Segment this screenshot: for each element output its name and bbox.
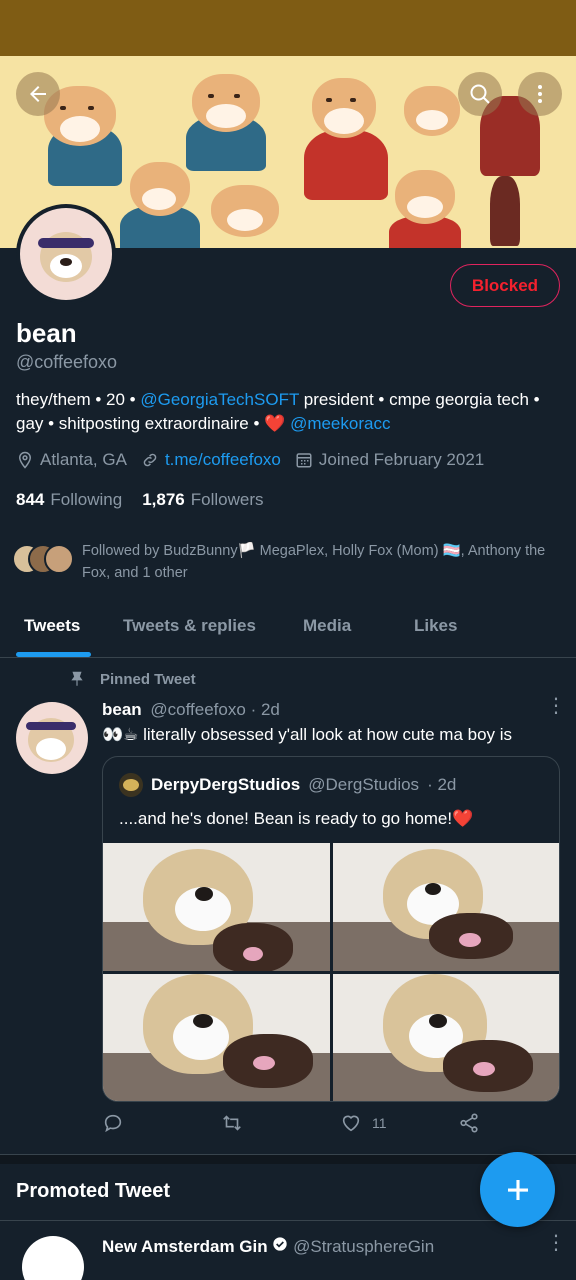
tweet-author-name[interactable]: bean: [102, 700, 142, 719]
joined-text: Joined February 2021: [318, 450, 485, 469]
follower-avatars: [12, 540, 78, 576]
quote-time: · 2d: [427, 775, 457, 794]
like-button[interactable]: 11: [340, 1112, 387, 1134]
promoted-author-handle: @StratusphereGin: [293, 1237, 435, 1256]
share-button[interactable]: [458, 1112, 480, 1134]
bio-link-georgiatechsoft[interactable]: @GeorgiaTechSOFT: [140, 390, 299, 409]
tab-likes[interactable]: Likes: [414, 616, 457, 636]
quote-photo-4[interactable]: [333, 974, 559, 1101]
promoted-tweet-header: New Amsterdam Gin @StratusphereGin: [102, 1236, 434, 1257]
retweet-icon: [223, 1115, 241, 1131]
profile-avatar[interactable]: [16, 204, 116, 304]
status-bar: [0, 0, 576, 56]
tweet-author-avatar[interactable]: [16, 702, 88, 774]
avatar: [44, 544, 74, 574]
search-button[interactable]: [458, 72, 502, 116]
tab-tweets-replies[interactable]: Tweets & replies: [123, 616, 256, 636]
location-text: Atlanta, GA: [40, 450, 127, 469]
reply-icon: [104, 1114, 122, 1133]
plus-icon: [507, 1179, 528, 1200]
more-vertical-icon: [538, 85, 542, 103]
profile-meta: Atlanta, GA t.me/coffeefoxo Joined Febru…: [16, 450, 484, 470]
share-icon: [460, 1113, 478, 1133]
followed-by-text: Followed by BudzBunny🏳️ MegaPlex, Holly …: [82, 543, 546, 581]
tweet-author-handle: @coffeefoxo: [150, 700, 246, 719]
promoted-more-icon[interactable]: ⋮: [546, 1233, 566, 1253]
heart-icon: [342, 1115, 360, 1132]
tab-tweets[interactable]: Tweets: [24, 616, 80, 636]
arrow-left-icon: [30, 86, 46, 102]
banner-fox-7: [205, 181, 285, 241]
banner-fox-8: [385, 166, 465, 248]
blocked-button[interactable]: Blocked: [450, 264, 560, 307]
reply-button[interactable]: [102, 1112, 124, 1134]
location: Atlanta, GA: [16, 450, 127, 470]
promoted-tweet-heading: Promoted Tweet: [16, 1180, 171, 1202]
follow-counts: 844 Following 1,876 Followers: [16, 490, 263, 510]
tweet-text: 👀☕ literally obsessed y'all look at how …: [102, 725, 513, 744]
website[interactable]: t.me/coffeefoxo: [141, 450, 281, 470]
active-tab-indicator: [16, 652, 91, 657]
quote-header: DerpyDergStudios @DergStudios · 2d: [119, 773, 456, 797]
search-icon: [470, 84, 490, 104]
heart-emoji: ❤️: [264, 414, 286, 433]
followers-count: 1,876: [142, 490, 185, 509]
like-count: 11: [372, 1115, 387, 1131]
following-count: 844: [16, 490, 45, 509]
promoted-author-avatar[interactable]: [22, 1236, 84, 1280]
link-icon: [143, 453, 157, 467]
bio-link-meekoracc[interactable]: @meekoracc: [290, 414, 390, 433]
followers-link[interactable]: 1,876 Followers: [142, 490, 263, 510]
more-button[interactable]: [518, 72, 562, 116]
tab-media[interactable]: Media: [303, 616, 351, 636]
banner-fox-3: [300, 70, 390, 200]
quote-photo-1[interactable]: [103, 843, 330, 971]
pin-icon: [71, 671, 83, 686]
tweet-header: bean @coffeefoxo · 2d: [102, 700, 280, 720]
quote-photo-2[interactable]: [333, 843, 559, 971]
banner-fox-6: [120, 156, 200, 248]
profile-handle: @coffeefoxo: [16, 352, 118, 372]
followers-label: Followers: [190, 490, 264, 509]
profile-tabs: Tweets Tweets & replies Media Likes: [0, 600, 576, 658]
quote-author-handle: @DergStudios: [308, 775, 420, 794]
pinned-label: Pinned Tweet: [68, 670, 196, 688]
divider: [0, 1220, 576, 1221]
followed-by[interactable]: Followed by BudzBunny🏳️ MegaPlex, Holly …: [12, 540, 572, 584]
quoted-tweet[interactable]: DerpyDergStudios @DergStudios · 2d ....a…: [102, 756, 560, 1102]
bio-text: they/them • 20 •: [16, 390, 141, 409]
calendar-icon: [296, 453, 312, 468]
quote-author-name: DerpyDergStudios: [151, 775, 301, 794]
following-link[interactable]: 844 Following: [16, 490, 122, 510]
quote-text: ....and he's done! Bean is ready to go h…: [119, 809, 474, 828]
quote-photo-3[interactable]: [103, 974, 330, 1101]
profile-bio: they/them • 20 • @GeorgiaTechSOFT presid…: [16, 388, 556, 436]
tweet-actions: 11: [102, 1112, 502, 1142]
website-link[interactable]: t.me/coffeefoxo: [165, 450, 281, 470]
quote-author-avatar: [119, 773, 143, 797]
verified-icon: [272, 1237, 293, 1256]
following-label: Following: [50, 490, 123, 509]
joined-date: Joined February 2021: [295, 450, 484, 470]
promoted-author-name[interactable]: New Amsterdam Gin: [102, 1237, 268, 1256]
back-button[interactable]: [16, 72, 60, 116]
banner-fox-2: [180, 66, 270, 171]
pinned-text: Pinned Tweet: [100, 670, 196, 688]
tweet-time: · 2d: [250, 700, 280, 719]
banner-fox-4: [400, 80, 464, 140]
compose-tweet-button[interactable]: [480, 1152, 555, 1227]
tweet-more-icon[interactable]: ⋮: [546, 696, 566, 716]
retweet-button[interactable]: [220, 1112, 244, 1134]
location-pin-icon: [18, 451, 32, 469]
profile-name: bean: [16, 318, 77, 348]
